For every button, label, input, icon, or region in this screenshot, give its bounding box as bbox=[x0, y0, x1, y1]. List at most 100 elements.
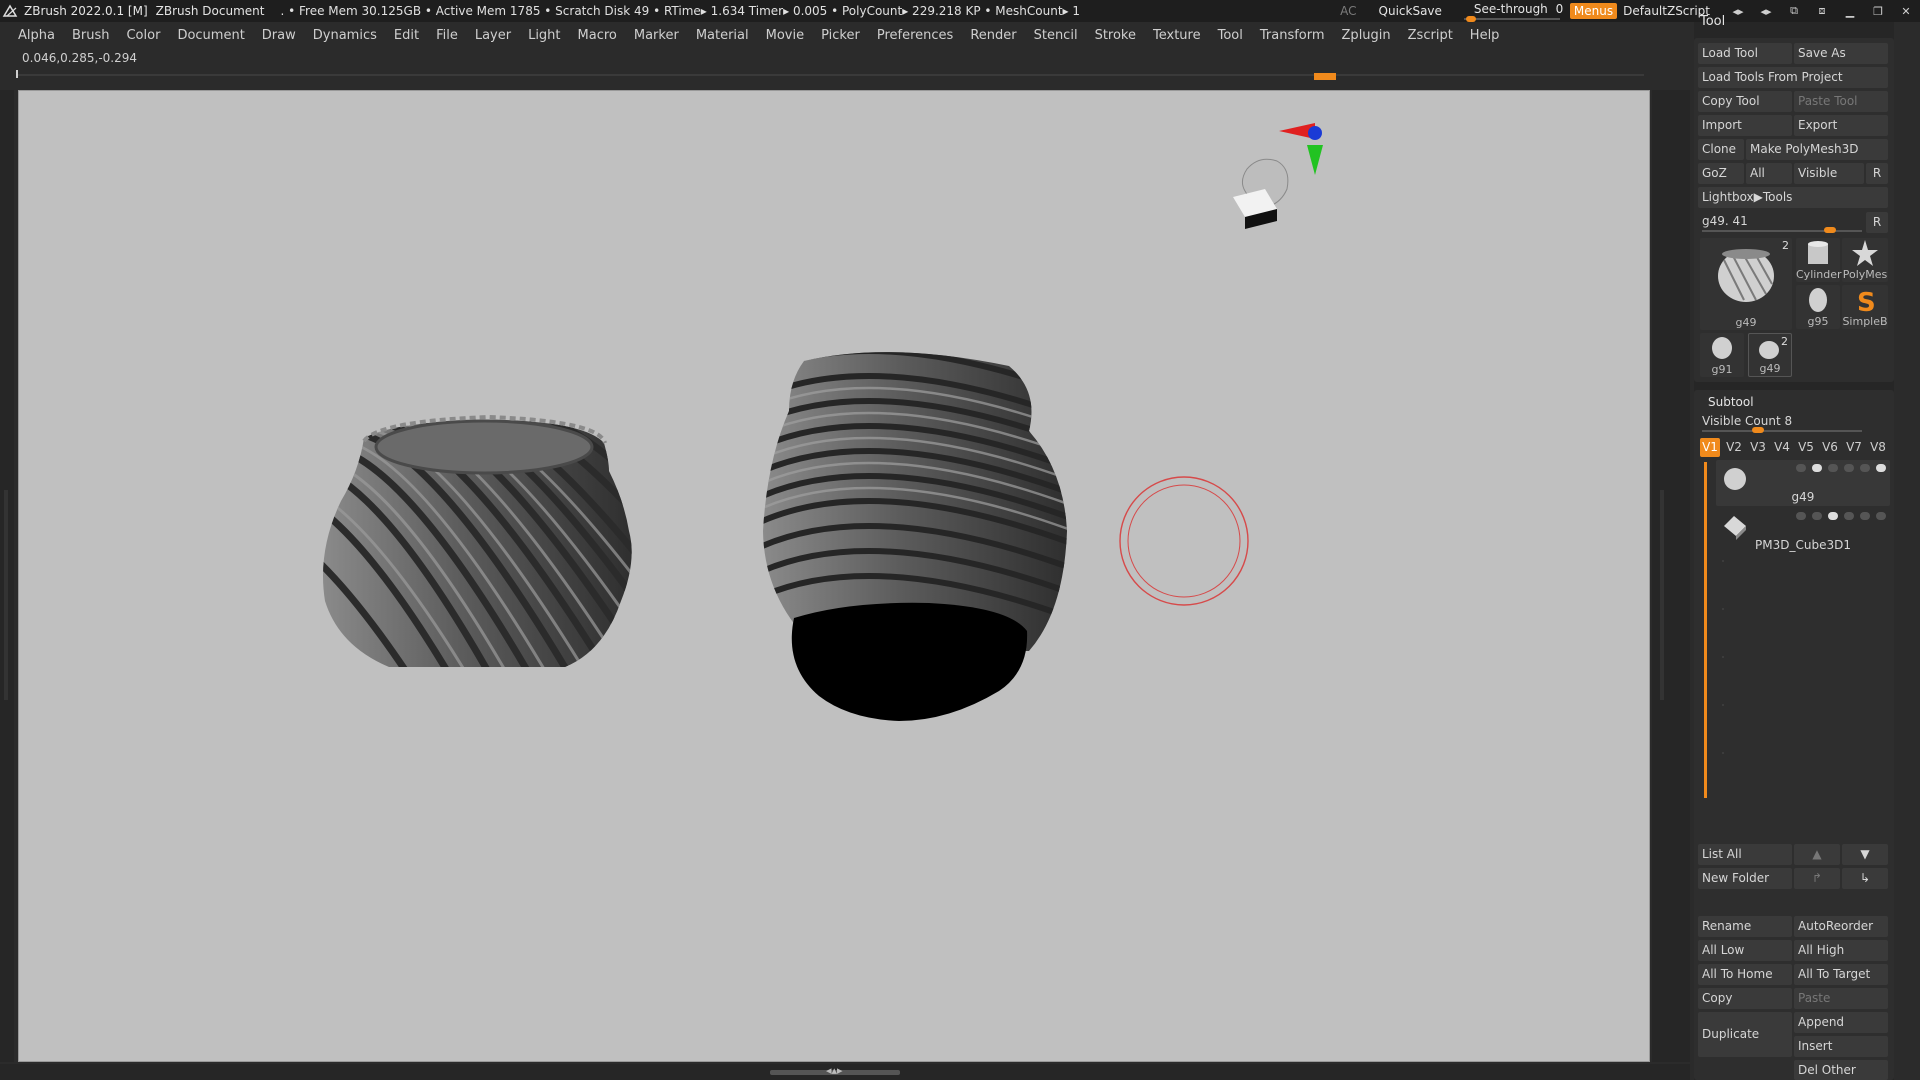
right-tray-grip[interactable] bbox=[1660, 490, 1664, 700]
all-to-home-button[interactable]: All To Home bbox=[1698, 964, 1792, 985]
autoreorder-button[interactable]: AutoReorder bbox=[1794, 916, 1888, 937]
menu-brush[interactable]: Brush bbox=[72, 28, 110, 43]
visible-count-knob[interactable] bbox=[1752, 427, 1764, 433]
maximize-icon[interactable]: ❐ bbox=[1864, 0, 1892, 22]
tab-v5[interactable]: V5 bbox=[1796, 438, 1816, 457]
duplicate-button[interactable]: Duplicate bbox=[1698, 1012, 1792, 1057]
tool-thumb-g91[interactable]: g91 bbox=[1700, 333, 1744, 377]
tab-v2[interactable]: V2 bbox=[1724, 438, 1744, 457]
append-button[interactable]: Append bbox=[1794, 1012, 1888, 1033]
brush-icon[interactable] bbox=[1860, 464, 1870, 472]
clone-button[interactable]: Clone bbox=[1698, 139, 1744, 160]
tool-slider-r-button[interactable]: R bbox=[1866, 212, 1888, 233]
expand-arrows-icon[interactable]: ◂▴▸ bbox=[826, 1064, 843, 1077]
menu-stencil[interactable]: Stencil bbox=[1034, 28, 1078, 43]
subtool-toggle-icon[interactable] bbox=[1844, 464, 1854, 472]
menu-zplugin[interactable]: Zplugin bbox=[1342, 28, 1391, 43]
subtool-item-pm3d-cube3d1[interactable]: PM3D_Cube3D1 bbox=[1716, 508, 1890, 554]
menu-layer[interactable]: Layer bbox=[475, 28, 511, 43]
tool-thumb-cylinder[interactable]: Cylinder bbox=[1796, 238, 1842, 282]
import-button[interactable]: Import bbox=[1698, 115, 1792, 136]
all-to-target-button[interactable]: All To Target bbox=[1794, 964, 1888, 985]
menu-color[interactable]: Color bbox=[126, 28, 160, 43]
move-up-arrow-icon[interactable]: ▲ bbox=[1794, 844, 1840, 865]
list-all-button[interactable]: List All bbox=[1698, 844, 1792, 865]
tool-slider-knob[interactable] bbox=[1824, 227, 1836, 233]
menu-marker[interactable]: Marker bbox=[634, 28, 679, 43]
menu-transform[interactable]: Transform bbox=[1260, 28, 1325, 43]
export-button[interactable]: Export bbox=[1794, 115, 1888, 136]
menu-help[interactable]: Help bbox=[1470, 28, 1500, 43]
subtool-toggle-icon[interactable] bbox=[1796, 512, 1806, 520]
insert-button[interactable]: Insert bbox=[1794, 1036, 1888, 1057]
tool-thumb-simplebrush[interactable]: S SimpleB bbox=[1842, 285, 1888, 329]
lightbox-tools-button[interactable]: Lightbox▶Tools bbox=[1698, 187, 1888, 208]
subtool-toggle-icon[interactable] bbox=[1844, 512, 1854, 520]
load-tools-from-project-button[interactable]: Load Tools From Project bbox=[1698, 67, 1888, 88]
windows-icon[interactable]: ⧉ bbox=[1780, 0, 1808, 22]
document-canvas[interactable] bbox=[18, 90, 1650, 1062]
menu-file[interactable]: File bbox=[436, 28, 458, 43]
subtool-title[interactable]: Subtool bbox=[1708, 395, 1754, 409]
menu-preferences[interactable]: Preferences bbox=[877, 28, 953, 43]
layout-arrows-icon[interactable]: ◂▸ bbox=[1724, 0, 1752, 22]
menu-material[interactable]: Material bbox=[696, 28, 749, 43]
tool-slider[interactable]: g49. 41 bbox=[1702, 214, 1748, 228]
goz-r-button[interactable]: R bbox=[1866, 163, 1888, 184]
tool-thumb-polymesh[interactable]: PolyMes bbox=[1842, 238, 1888, 282]
menu-movie[interactable]: Movie bbox=[766, 28, 804, 43]
del-other-button[interactable]: Del Other bbox=[1794, 1060, 1888, 1080]
make-polymesh3d-button[interactable]: Make PolyMesh3D bbox=[1746, 139, 1888, 160]
menu-render[interactable]: Render bbox=[970, 28, 1016, 43]
move-down-arrow-icon[interactable]: ▼ bbox=[1842, 844, 1888, 865]
viewport-scene[interactable] bbox=[19, 91, 1650, 1062]
menu-picker[interactable]: Picker bbox=[821, 28, 860, 43]
new-folder-button[interactable]: New Folder bbox=[1698, 868, 1792, 889]
brush-icon[interactable] bbox=[1860, 512, 1870, 520]
tab-v1[interactable]: V1 bbox=[1700, 438, 1720, 457]
menu-macro[interactable]: Macro bbox=[578, 28, 617, 43]
all-low-button[interactable]: All Low bbox=[1698, 940, 1792, 961]
copy-tool-button[interactable]: Copy Tool bbox=[1698, 91, 1792, 112]
tool-thumb-g49[interactable]: 2 g49 bbox=[1748, 333, 1792, 377]
menu-draw[interactable]: Draw bbox=[262, 28, 296, 43]
subtool-toggle-icon[interactable] bbox=[1828, 512, 1838, 520]
paste-tool-button[interactable]: Paste Tool bbox=[1794, 91, 1888, 112]
tab-v7[interactable]: V7 bbox=[1844, 438, 1864, 457]
copy-subtool-button[interactable]: Copy bbox=[1698, 988, 1792, 1009]
see-through-slider[interactable]: See-through 0 bbox=[1463, 0, 1563, 22]
move-in-icon[interactable]: ↳ bbox=[1842, 868, 1888, 889]
tab-v3[interactable]: V3 bbox=[1748, 438, 1768, 457]
save-as-button[interactable]: Save As bbox=[1794, 43, 1888, 64]
tool-thumb-g49-main[interactable]: 2 g49 bbox=[1700, 238, 1792, 330]
default-zscript-button[interactable]: DefaultZScript bbox=[1623, 4, 1710, 18]
subtool-item-g49[interactable]: g49 bbox=[1716, 460, 1890, 506]
tab-v4[interactable]: V4 bbox=[1772, 438, 1792, 457]
subtool-toggle-icon[interactable] bbox=[1812, 512, 1822, 520]
goz-button[interactable]: GoZ bbox=[1698, 163, 1744, 184]
navigation-gizmo[interactable] bbox=[1233, 123, 1323, 229]
layout-arrows-2-icon[interactable]: ◂▸ bbox=[1752, 0, 1780, 22]
load-tool-button[interactable]: Load Tool bbox=[1698, 43, 1792, 64]
subtool-toggle-icon[interactable] bbox=[1828, 464, 1838, 472]
close-icon[interactable]: ✕ bbox=[1892, 0, 1920, 22]
minimize-icon[interactable]: ▁ bbox=[1836, 0, 1864, 22]
subtool-toggle-icon[interactable] bbox=[1796, 464, 1806, 472]
tab-v6[interactable]: V6 bbox=[1820, 438, 1840, 457]
eye-icon[interactable] bbox=[1876, 464, 1886, 472]
paste-subtool-button[interactable]: Paste bbox=[1794, 988, 1888, 1009]
menu-alpha[interactable]: Alpha bbox=[18, 28, 55, 43]
vase-model-left[interactable] bbox=[219, 414, 819, 691]
tool-palette-title[interactable]: Tool bbox=[1700, 14, 1725, 29]
eye-icon[interactable] bbox=[1876, 512, 1886, 520]
menu-tool[interactable]: Tool bbox=[1218, 28, 1243, 43]
goz-visible-button[interactable]: Visible bbox=[1794, 163, 1864, 184]
menu-dynamics[interactable]: Dynamics bbox=[313, 28, 377, 43]
subtool-scrollbar[interactable] bbox=[1704, 462, 1707, 798]
left-tray-grip[interactable] bbox=[4, 490, 8, 700]
tool-thumb-g95[interactable]: g95 bbox=[1796, 285, 1840, 329]
see-through-knob[interactable] bbox=[1465, 16, 1476, 22]
timeline-marker[interactable] bbox=[1314, 73, 1336, 80]
menu-stroke[interactable]: Stroke bbox=[1095, 28, 1136, 43]
rename-button[interactable]: Rename bbox=[1698, 916, 1792, 937]
